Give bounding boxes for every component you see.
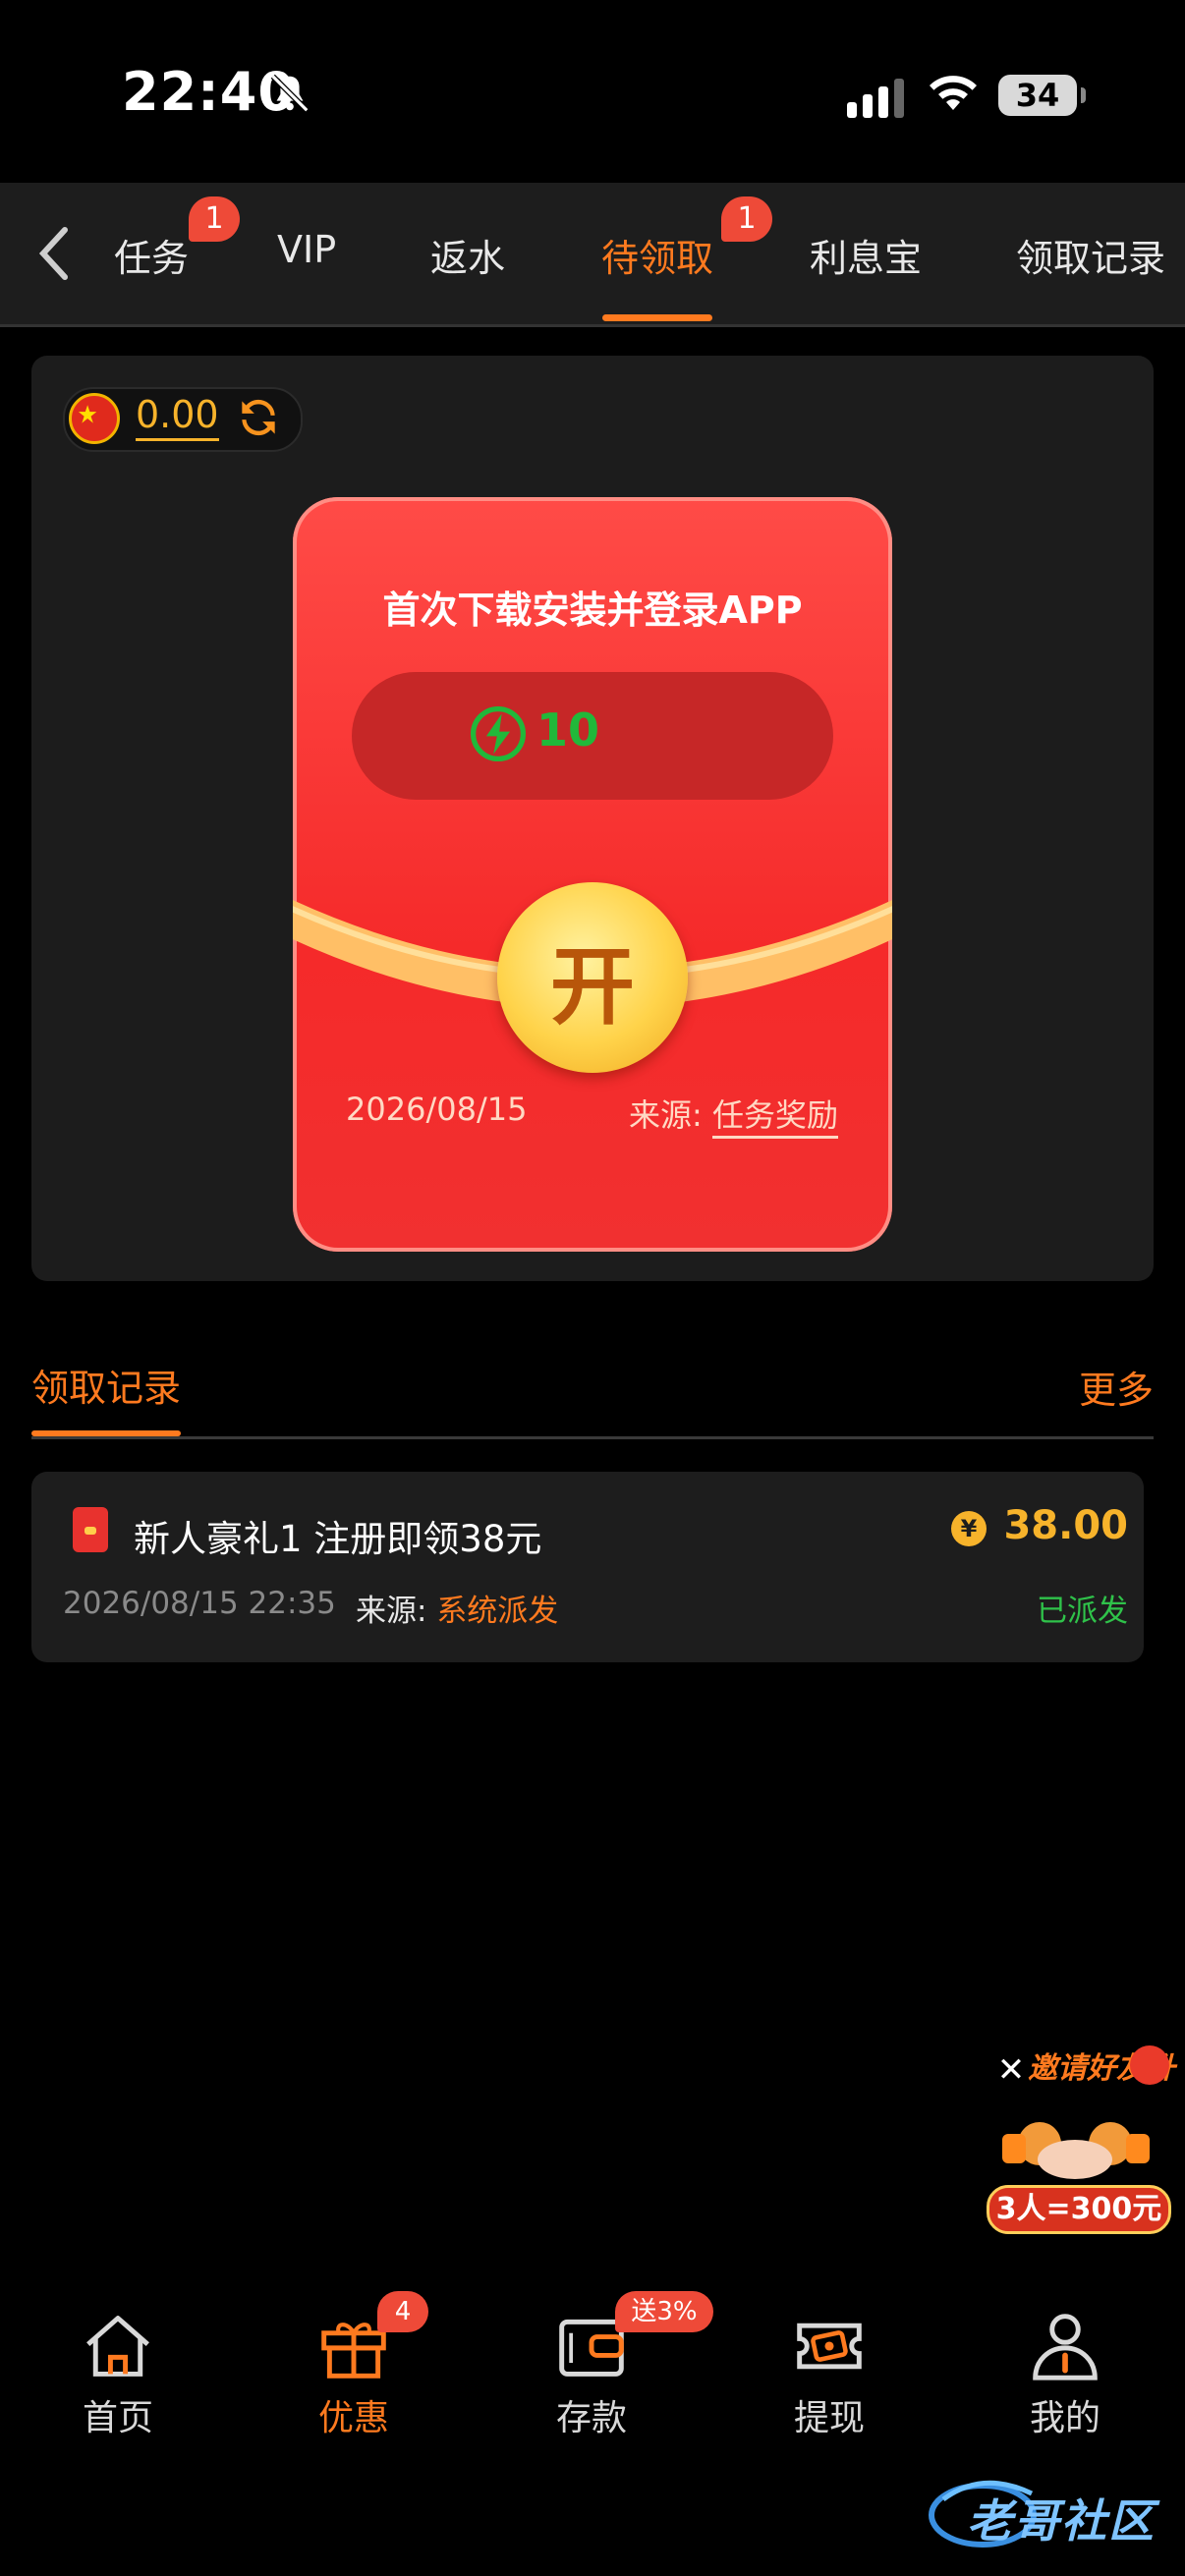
home-icon [86, 2316, 149, 2377]
record-source-label: 来源: [356, 1594, 427, 1629]
nav-offers-badge: 4 [377, 2291, 428, 2332]
nav-deposit-badge: 送3% [615, 2291, 713, 2332]
nav-deposit-label: 存款 [555, 2398, 627, 2438]
envelope-source-label: 来源: [629, 1096, 703, 1134]
red-envelope-card[interactable]: 首次下载安装并登录APP 10 开 2026/08/15 来源: 任务奖励 [293, 497, 892, 1252]
ticket-icon [797, 2323, 862, 2370]
record-time: 2026/08/15 22:35 [63, 1586, 336, 1621]
tab-task[interactable]: 任务 [114, 228, 189, 282]
open-envelope-button[interactable]: 开 [497, 882, 688, 1073]
envelope-source: 来源: 任务奖励 [629, 1091, 838, 1139]
nav-withdraw-label: 提现 [793, 2398, 865, 2438]
invite-promo-label: 3人=300元 [987, 2185, 1171, 2234]
wifi-icon [930, 76, 977, 110]
tab-rebate[interactable]: 返水 [430, 228, 505, 282]
battery-indicator: 34 [998, 75, 1086, 116]
close-icon[interactable]: ✕ [994, 2053, 1028, 2087]
tab-claim-records[interactable]: 领取记录 [1016, 228, 1165, 282]
nav-home[interactable]: 首页 [29, 2311, 206, 2448]
envelope-title: 首次下载安装并登录APP [382, 588, 803, 632]
record-status: 已派发 [1037, 1594, 1128, 1629]
tab-bar: 任务 1 VIP 返水 待领取 1 利息宝 领取记录 [0, 183, 1185, 327]
china-flag-icon [69, 393, 120, 444]
nav-withdraw[interactable]: 提现 [741, 2311, 918, 2448]
watermark-text: 老哥社区 [967, 2494, 1156, 2548]
chevron-left-icon[interactable] [33, 226, 77, 281]
records-divider [31, 1436, 1154, 1439]
tab-active-indicator [602, 314, 712, 321]
tab-interest[interactable]: 利息宝 [810, 228, 922, 282]
points-value: 10 [536, 703, 600, 756]
refresh-icon[interactable] [234, 393, 283, 442]
record-source: 来源: 系统派发 [356, 1586, 558, 1630]
bell-muted-icon [270, 74, 310, 113]
records-title-underline [31, 1430, 181, 1436]
more-link[interactable]: 更多 [1079, 1360, 1154, 1414]
record-amount: 38.00 [1003, 1503, 1128, 1548]
record-title: 新人豪礼1 注册即领38元 [134, 1518, 542, 1560]
lightning-icon [470, 705, 527, 762]
tab-pending[interactable]: 待领取 [601, 228, 713, 282]
nav-home-label: 首页 [82, 2398, 153, 2438]
user-icon [1033, 2314, 1098, 2380]
tab-task-badge: 1 [189, 196, 240, 242]
tab-vip[interactable]: VIP [277, 228, 336, 271]
cellular-signal-icon [847, 79, 904, 118]
nav-profile[interactable]: 我的 [977, 2311, 1154, 2448]
nav-offers[interactable]: 优惠 [265, 2311, 442, 2448]
records-section-title[interactable]: 领取记录 [31, 1358, 181, 1412]
open-button-label: 开 [550, 938, 635, 1036]
envelope-source-value[interactable]: 任务奖励 [711, 1096, 838, 1139]
nav-offers-label: 优惠 [317, 2398, 389, 2438]
envelope-date: 2026/08/15 [346, 1091, 528, 1128]
promo-notification-dot [1130, 2045, 1169, 2085]
record-source-value: 系统派发 [436, 1594, 559, 1629]
record-card[interactable] [31, 1472, 1144, 1662]
nav-profile-label: 我的 [1029, 2398, 1100, 2438]
status-bar: 22:40 34 [0, 0, 1185, 183]
tab-pending-badge: 1 [721, 196, 772, 242]
yuan-coin-icon: ¥ [951, 1511, 987, 1546]
red-envelope-icon [73, 1507, 108, 1552]
balance-value: 0.00 [136, 391, 219, 441]
